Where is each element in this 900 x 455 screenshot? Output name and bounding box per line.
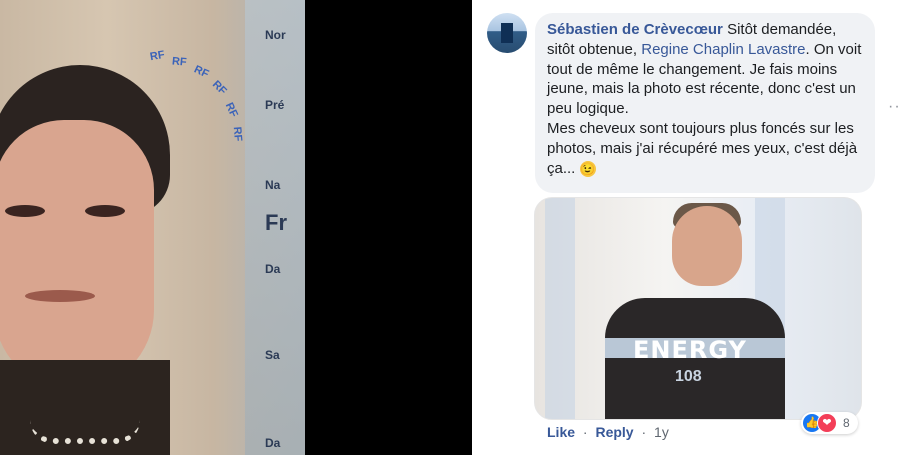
reaction-summary[interactable]: 👍 ❤ 8 — [801, 412, 858, 434]
action-separator: · — [641, 424, 647, 440]
shirt-print: ENERGY — [633, 336, 747, 364]
wink-emoji-icon: 😉 — [579, 160, 596, 177]
rf-mark: RF — [171, 55, 188, 69]
shirt-number: 108 — [675, 368, 702, 385]
rf-mark: RF — [149, 48, 166, 64]
mouth — [25, 290, 95, 302]
face — [0, 120, 154, 390]
more-options-icon[interactable]: ··· — [888, 98, 900, 116]
rf-mark: RF — [209, 78, 229, 98]
right-eye — [85, 205, 125, 217]
action-separator: · — [582, 424, 588, 440]
comment-author-link[interactable]: Sébastien de Crèvecœur — [547, 21, 723, 38]
comment-actions: Like · Reply · 1y — [547, 424, 669, 440]
card-field-label: Da — [265, 436, 281, 450]
necklace — [30, 420, 140, 444]
comment-text: Sébastien de Crèvecœur Sitôt demandée, s… — [547, 20, 867, 178]
card-field-label: Na — [265, 178, 281, 192]
face — [672, 206, 742, 286]
card-field-label: Da — [265, 262, 281, 276]
mention-link[interactable]: Regine Chaplin Lavastre — [641, 41, 805, 58]
like-button[interactable]: Like — [547, 424, 575, 440]
reply-button[interactable]: Reply — [595, 424, 633, 440]
card-field-label: Fr — [265, 210, 287, 235]
rf-mark: RF — [222, 100, 240, 120]
card-field-label: Nor — [265, 28, 286, 42]
card-field-label: Sa — [265, 348, 280, 362]
rf-mark: RF — [230, 126, 244, 142]
id-card-photo: RF RF RF RF RF RF Nor Pré Na Fr Da Sa Da — [0, 0, 305, 455]
rf-mark: RF — [192, 63, 211, 81]
avatar-silhouette — [501, 23, 513, 43]
comment-timestamp[interactable]: 1y — [654, 424, 669, 440]
reaction-count: 8 — [843, 416, 850, 430]
card-field-label: Pré — [265, 98, 285, 112]
left-eye — [5, 205, 45, 217]
love-reaction-icon: ❤ — [817, 413, 837, 433]
curtain — [545, 198, 575, 419]
avatar[interactable] — [487, 13, 527, 53]
attached-photo[interactable]: ENERGY 108 — [534, 197, 862, 420]
